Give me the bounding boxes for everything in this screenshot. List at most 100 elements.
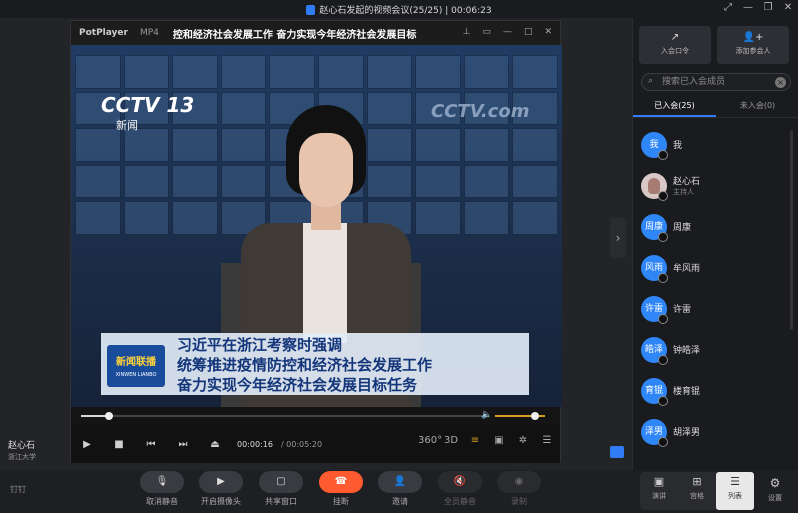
camera-button[interactable]: ▶ 开启摄像头 <box>191 471 251 507</box>
mic-icon <box>658 314 668 324</box>
clear-icon[interactable]: × <box>775 77 786 88</box>
player-title: 控和经济社会发展工作 奋力实现今年经济社会发展目标 <box>172 29 417 41</box>
meeting-window: 赵心石发起的视频会议(25/25) | 00:06:23 ⤢ — ❐ ✕ Pot… <box>0 0 798 513</box>
channel-logo: CCTV 13 <box>101 93 195 117</box>
mic-icon <box>658 437 668 447</box>
brand-logo: 钉钉 <box>10 485 26 494</box>
grid-icon: ⊞ <box>692 475 702 488</box>
volume-handle[interactable] <box>531 412 539 420</box>
news-lower-third: 新闻联播 XINWEN LIANBO 习近平在浙江考察时强调 统筹推进疫情防控和… <box>101 333 529 395</box>
shared-screen-area: PotPlayer MP4 控和经济社会发展工作 奋力实现今年经济社会发展目标 … <box>0 18 632 470</box>
settings-button[interactable]: ⚙ 设置 <box>760 476 790 503</box>
member-item[interactable]: 育锟 楼育锟 <box>633 372 798 413</box>
layout-switcher: ▣ 演讲 ⊞ 宫格 ☰ 列表 <box>640 472 754 510</box>
member-name: 我 <box>673 141 683 151</box>
member-item[interactable]: 周康 周康 <box>633 208 798 249</box>
share-icon: ▢ <box>259 471 303 493</box>
member-item[interactable]: 风雨 牟风雨 <box>633 249 798 290</box>
panel-actions: ↗ 入会口令 👤+ 添加参会人 <box>639 26 789 64</box>
play-icon[interactable]: ▶ <box>71 439 103 450</box>
mute-all-icon: 🔇 <box>438 471 482 493</box>
speaker-icon: ▣ <box>653 475 665 488</box>
unmute-button[interactable]: 🎙 取消静音 <box>132 471 192 507</box>
channel-sub: 新闻 <box>116 119 138 132</box>
screen-icon[interactable]: ▣ <box>490 435 508 446</box>
next-icon[interactable]: ⏭ <box>167 439 199 450</box>
player-format: MP4 <box>139 28 159 38</box>
eject-icon[interactable]: ⏏ <box>199 439 231 450</box>
time-current: 00:00:16 <box>237 439 273 449</box>
member-name: 楼育锟 <box>673 387 701 397</box>
add-participant-button[interactable]: 👤+ 添加参会人 <box>717 26 789 64</box>
panel-scrollbar[interactable] <box>790 130 793 330</box>
mic-icon: 🎙 <box>140 471 184 493</box>
player-controls: ▶ ■ ⏮ ⏭ ⏏ 00:00:16 / 00:05:20 360° 3D ≡ … <box>71 425 560 463</box>
minimize-icon[interactable]: — <box>503 27 512 37</box>
video-frame[interactable]: CCTV 13 新闻 CCTV.com 新闻联播 XINWEN LIANBO 习… <box>71 45 562 407</box>
mute-all-button[interactable]: 🔇 全员静音 <box>430 471 490 507</box>
pin-icon[interactable]: ⤢ <box>722 2 734 13</box>
subtitle-icon[interactable]: ≡ <box>466 435 484 446</box>
hangup-icon: ☎ <box>319 471 363 493</box>
seek-track[interactable] <box>81 415 486 417</box>
3d-button[interactable]: 3D <box>442 435 460 446</box>
tab-not-joined[interactable]: 未入会(0) <box>716 96 798 117</box>
mini-icon[interactable]: ▭ <box>482 27 491 37</box>
close-icon[interactable]: ✕ <box>782 2 794 13</box>
member-item[interactable]: 赵心石 主持人 <box>633 167 798 208</box>
layout-grid[interactable]: ⊞ 宫格 <box>678 472 716 510</box>
expand-arrow-icon[interactable]: › <box>610 218 626 258</box>
member-item[interactable]: 我 我 <box>633 126 798 167</box>
window-controls: ⤢ — ❐ ✕ <box>722 2 794 13</box>
player-window-controls: ⊥ ▭ — □ ✕ <box>463 27 552 37</box>
news-headline: 习近平在浙江考察时强调 统筹推进疫情防控和经济社会发展工作 奋力实现今年经济社会… <box>177 335 432 395</box>
search-icon: ⌕ <box>648 76 654 86</box>
pin-icon[interactable]: ⊥ <box>463 27 471 37</box>
member-name: 钟皓泽 <box>673 346 701 356</box>
member-name: 牟风雨 <box>673 264 701 274</box>
member-role: 主持人 <box>673 188 694 196</box>
vr360-button[interactable]: 360° <box>418 435 442 446</box>
volume-icon[interactable]: 🔈 <box>481 410 492 420</box>
menu-icon[interactable]: ☰ <box>538 435 556 446</box>
member-item[interactable]: 泽男 胡泽男 <box>633 413 798 454</box>
headline-line: 奋力实现今年经济社会发展目标任务 <box>177 376 418 394</box>
restore-icon[interactable]: ❐ <box>762 2 774 13</box>
invite-button[interactable]: 👤 邀请 <box>370 471 430 507</box>
headline-line: 统筹推进疫情防控和经济社会发展工作 <box>177 356 433 374</box>
member-item[interactable]: 皓泽 钟皓泽 <box>633 331 798 372</box>
camera-icon: ▶ <box>199 471 243 493</box>
seek-handle[interactable] <box>105 412 114 420</box>
seek-bar-area: 🔈 <box>71 407 560 425</box>
hangup-button[interactable]: ☎ 挂断 <box>311 471 371 507</box>
member-name: 胡泽男 <box>673 428 701 438</box>
potplayer-window: PotPlayer MP4 控和经济社会发展工作 奋力实现今年经济社会发展目标 … <box>70 20 562 463</box>
record-icon: ◉ <box>497 471 541 493</box>
invite-code-button[interactable]: ↗ 入会口令 <box>639 26 711 64</box>
share-window-button[interactable]: ▢ 共享窗口 <box>251 471 311 507</box>
host-org: 浙江大学 <box>8 453 36 461</box>
participants-panel: ↗ 入会口令 👤+ 添加参会人 ⌕ × 已入会(25) 未入会(0) 我 我 <box>632 18 798 470</box>
member-item[interactable]: 许雷 许雷 <box>633 290 798 331</box>
mic-icon <box>658 396 668 406</box>
time-total: / 00:05:20 <box>280 439 323 449</box>
tab-joined[interactable]: 已入会(25) <box>633 96 716 117</box>
gear-icon[interactable]: ✲ <box>514 435 532 446</box>
invite-icon: 👤 <box>378 471 422 493</box>
maximize-icon[interactable]: □ <box>524 27 533 37</box>
member-name: 赵心石 <box>673 177 701 187</box>
member-name: 周康 <box>673 223 692 233</box>
previous-icon[interactable]: ⏮ <box>135 439 167 450</box>
player-right-controls: 360° 3D ≡ ▣ ✲ ☰ <box>418 435 556 446</box>
mic-icon <box>658 355 668 365</box>
close-icon[interactable]: ✕ <box>544 27 552 37</box>
mic-icon <box>658 232 668 242</box>
minimize-icon[interactable]: — <box>742 2 754 13</box>
stop-icon[interactable]: ■ <box>103 439 135 450</box>
layout-speaker[interactable]: ▣ 演讲 <box>640 472 678 510</box>
member-tabs: 已入会(25) 未入会(0) <box>633 96 798 118</box>
member-search-input[interactable] <box>662 75 772 89</box>
layout-list[interactable]: ☰ 列表 <box>716 472 754 510</box>
record-button[interactable]: ◉ 录制 <box>489 471 549 507</box>
player-logo[interactable]: PotPlayer <box>79 28 128 38</box>
